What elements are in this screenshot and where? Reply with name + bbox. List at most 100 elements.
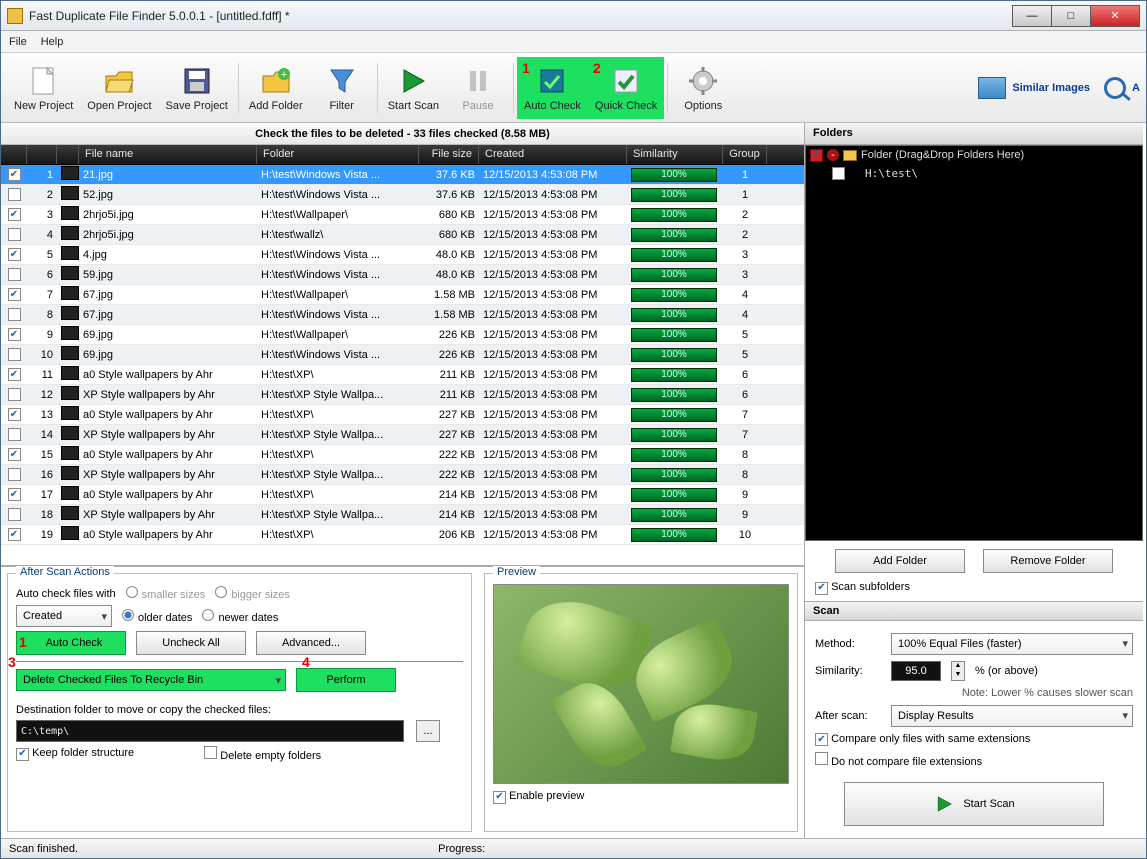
row-checkbox[interactable] bbox=[8, 348, 21, 361]
similarity-bar: 100% bbox=[631, 308, 717, 322]
table-row[interactable]: 1069.jpgH:\test\Windows Vista ...226 KB1… bbox=[1, 345, 804, 365]
uncheck-all-button[interactable]: Uncheck All bbox=[136, 631, 246, 655]
col-folder[interactable]: Folder bbox=[257, 145, 419, 164]
delete-empty-checkbox[interactable]: Delete empty folders bbox=[204, 746, 321, 762]
close-button[interactable]: ✕ bbox=[1090, 5, 1140, 27]
filter-button[interactable]: Filter bbox=[310, 57, 374, 119]
save-project-button[interactable]: Save Project bbox=[159, 57, 235, 119]
table-row[interactable]: 11a0 Style wallpapers by AhrH:\test\XP\2… bbox=[1, 365, 804, 385]
table-row[interactable]: 12XP Style wallpapers by AhrH:\test\XP S… bbox=[1, 385, 804, 405]
bigger-sizes-radio[interactable]: bigger sizes bbox=[215, 586, 290, 601]
table-row[interactable]: 15a0 Style wallpapers by AhrH:\test\XP\2… bbox=[1, 445, 804, 465]
new-project-button[interactable]: New Project bbox=[7, 57, 80, 119]
menu-help[interactable]: Help bbox=[41, 36, 64, 48]
folder-root-row[interactable]: - Folder (Drag&Drop Folders Here) bbox=[806, 146, 1142, 164]
table-row[interactable]: 32hrjo5i.jpgH:\test\Wallpaper\680 KB12/1… bbox=[1, 205, 804, 225]
table-row[interactable]: 16XP Style wallpapers by AhrH:\test\XP S… bbox=[1, 465, 804, 485]
add-folder-right-button[interactable]: Add Folder bbox=[835, 549, 965, 573]
method-combo[interactable]: 100% Equal Files (faster) bbox=[891, 633, 1133, 655]
table-row[interactable]: 13a0 Style wallpapers by AhrH:\test\XP\2… bbox=[1, 405, 804, 425]
row-checkbox[interactable] bbox=[8, 448, 21, 461]
folders-tree[interactable]: - Folder (Drag&Drop Folders Here) H:\tes… bbox=[805, 145, 1143, 541]
row-checkbox[interactable] bbox=[8, 528, 21, 541]
table-row[interactable]: 867.jpgH:\test\Windows Vista ...1.58 MB1… bbox=[1, 305, 804, 325]
enable-preview-checkbox[interactable]: Enable preview bbox=[493, 790, 584, 802]
titlebar[interactable]: Fast Duplicate File Finder 5.0.0.1 - [un… bbox=[1, 1, 1146, 31]
col-filename[interactable]: File name bbox=[79, 145, 257, 164]
add-folder-button[interactable]: +Add Folder bbox=[242, 57, 310, 119]
table-row[interactable]: 14XP Style wallpapers by AhrH:\test\XP S… bbox=[1, 425, 804, 445]
advanced-button[interactable]: Advanced... bbox=[256, 631, 366, 655]
row-checkbox[interactable] bbox=[8, 228, 21, 241]
table-row[interactable]: 54.jpgH:\test\Windows Vista ...48.0 KB12… bbox=[1, 245, 804, 265]
folder-item-check[interactable] bbox=[832, 167, 845, 180]
include-icon[interactable] bbox=[810, 149, 823, 162]
col-size[interactable]: File size bbox=[419, 145, 479, 164]
row-checkbox[interactable] bbox=[8, 168, 21, 181]
keep-folder-checkbox[interactable]: Keep folder structure bbox=[16, 747, 134, 761]
table-row[interactable]: 969.jpgH:\test\Wallpaper\226 KB12/15/201… bbox=[1, 325, 804, 345]
row-checkbox[interactable] bbox=[8, 368, 21, 381]
row-checkbox[interactable] bbox=[8, 428, 21, 441]
col-group[interactable]: Group bbox=[723, 145, 767, 164]
browse-destination-button[interactable]: ... bbox=[416, 720, 440, 742]
table-row[interactable]: 42hrjo5i.jpgH:\test\wallz\680 KB12/15/20… bbox=[1, 225, 804, 245]
row-checkbox[interactable] bbox=[8, 288, 21, 301]
row-checkbox[interactable] bbox=[8, 468, 21, 481]
table-row[interactable]: 767.jpgH:\test\Wallpaper\1.58 MB12/15/20… bbox=[1, 285, 804, 305]
row-checkbox[interactable] bbox=[8, 188, 21, 201]
col-similarity[interactable]: Similarity bbox=[627, 145, 723, 164]
created-combo[interactable]: Created bbox=[16, 605, 112, 627]
smaller-sizes-radio[interactable]: smaller sizes bbox=[126, 586, 206, 601]
row-checkbox[interactable] bbox=[8, 328, 21, 341]
compare-ext-checkbox[interactable]: Compare only files with same extensions bbox=[815, 733, 1030, 747]
row-checkbox[interactable] bbox=[8, 508, 21, 521]
no-compare-ext-checkbox[interactable]: Do not compare file extensions bbox=[815, 752, 982, 768]
older-dates-radio[interactable]: older dates bbox=[122, 609, 192, 624]
pause-button[interactable]: Pause bbox=[446, 57, 510, 119]
destination-path[interactable]: C:\temp\ bbox=[16, 720, 404, 742]
quick-check-button[interactable]: 2Quick Check bbox=[588, 57, 664, 119]
audio-link[interactable]: A bbox=[1104, 77, 1140, 99]
table-row[interactable]: 659.jpgH:\test\Windows Vista ...48.0 KB1… bbox=[1, 265, 804, 285]
row-checkbox[interactable] bbox=[8, 268, 21, 281]
start-scan-button[interactable]: Start Scan bbox=[381, 57, 446, 119]
row-checkbox[interactable] bbox=[8, 248, 21, 261]
folder-item-row[interactable]: H:\test\ bbox=[806, 164, 1142, 182]
menu-file[interactable]: File bbox=[9, 36, 27, 48]
grid-body[interactable]: 121.jpgH:\test\Windows Vista ...37.6 KB1… bbox=[1, 165, 804, 565]
perform-button[interactable]: Perform bbox=[296, 668, 396, 692]
similarity-spinner[interactable]: 95.0 bbox=[891, 661, 941, 681]
table-row[interactable]: 17a0 Style wallpapers by AhrH:\test\XP\2… bbox=[1, 485, 804, 505]
scan-subfolders-checkbox[interactable]: Scan subfolders bbox=[815, 581, 910, 593]
auto-check-button[interactable]: 1Auto Check bbox=[517, 57, 588, 119]
row-checkbox[interactable] bbox=[8, 488, 21, 501]
after-scan-label: After scan: bbox=[815, 710, 881, 722]
minimize-button[interactable]: — bbox=[1012, 5, 1052, 27]
similarity-bar: 100% bbox=[631, 188, 717, 202]
options-button[interactable]: Options bbox=[671, 57, 735, 119]
newer-dates-radio[interactable]: newer dates bbox=[202, 609, 278, 624]
maximize-button[interactable]: □ bbox=[1051, 5, 1091, 27]
exclude-icon[interactable]: - bbox=[827, 149, 839, 161]
auto-check-label: Auto check files with bbox=[16, 588, 116, 600]
table-row[interactable]: 19a0 Style wallpapers by AhrH:\test\XP\2… bbox=[1, 525, 804, 545]
remove-folder-button[interactable]: Remove Folder bbox=[983, 549, 1113, 573]
open-project-button[interactable]: Open Project bbox=[80, 57, 158, 119]
auto-check-action-button[interactable]: Auto Check bbox=[16, 631, 126, 655]
action-combo[interactable]: Delete Checked Files To Recycle Bin bbox=[16, 669, 286, 691]
col-created[interactable]: Created bbox=[479, 145, 627, 164]
grid-header[interactable]: File name Folder File size Created Simil… bbox=[1, 145, 804, 165]
table-row[interactable]: 252.jpgH:\test\Windows Vista ...37.6 KB1… bbox=[1, 185, 804, 205]
table-row[interactable]: 121.jpgH:\test\Windows Vista ...37.6 KB1… bbox=[1, 165, 804, 185]
row-checkbox[interactable] bbox=[8, 388, 21, 401]
jpg-icon bbox=[61, 206, 79, 220]
similar-images-link[interactable]: Similar Images bbox=[978, 77, 1090, 99]
row-checkbox[interactable] bbox=[8, 408, 21, 421]
start-scan-right-button[interactable]: Start Scan bbox=[844, 782, 1104, 826]
row-checkbox[interactable] bbox=[8, 208, 21, 221]
after-scan-combo[interactable]: Display Results bbox=[891, 705, 1133, 727]
row-checkbox[interactable] bbox=[8, 308, 21, 321]
table-row[interactable]: 18XP Style wallpapers by AhrH:\test\XP S… bbox=[1, 505, 804, 525]
spinner-arrows[interactable]: ▲▼ bbox=[951, 661, 965, 681]
